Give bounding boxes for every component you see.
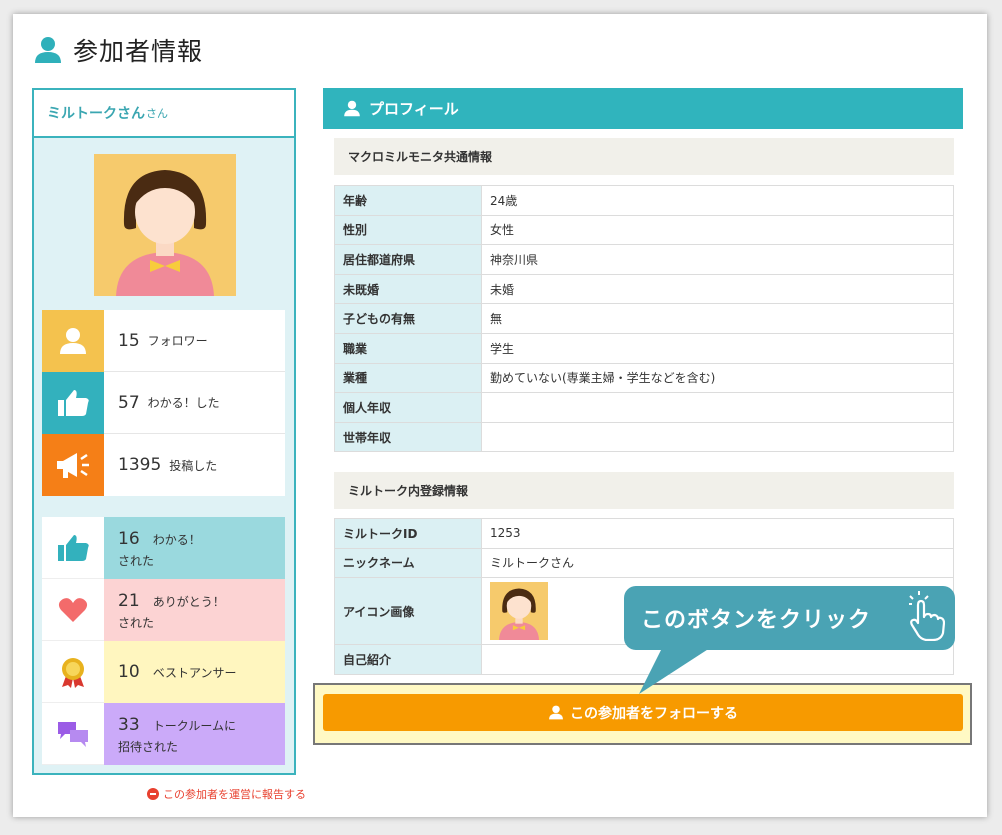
table-row: 居住都道府県 神奈川県	[334, 244, 954, 275]
reaction-body: 16 わかる！ された	[104, 517, 285, 579]
stat-label: フォロワー	[147, 334, 208, 348]
section-title-miltalk: ミルトーク内登録情報	[334, 472, 954, 509]
reaction-talkroom-invite[interactable]: 33 トークルームに 招待された	[42, 703, 285, 765]
medal-icon	[42, 641, 104, 703]
reaction-count: 16	[118, 529, 140, 549]
row-value: 神奈川県	[481, 244, 954, 275]
avatar	[94, 154, 236, 296]
row-value: 1253	[481, 518, 954, 549]
page-title: 参加者情報	[33, 32, 203, 68]
stats-list: 15 フォロワー 57 わかる！した 1395 投稿した	[42, 309, 285, 496]
follow-button[interactable]: この参加者をフォローする	[323, 694, 963, 731]
thumbs-up-icon	[42, 371, 104, 434]
reaction-label-2: された	[118, 616, 155, 630]
stat-label: 投稿した	[169, 458, 218, 473]
megaphone-icon	[42, 434, 104, 496]
stat-followers[interactable]: 15 フォロワー	[42, 309, 285, 372]
row-key: 世帯年収	[334, 421, 482, 453]
table-row: 業種 勤めていない(専業主婦・学生などを含む)	[334, 362, 954, 394]
reaction-label: トークルームに	[152, 719, 237, 733]
callout-text: このボタンをクリック	[641, 608, 872, 633]
reaction-count: 21	[118, 591, 140, 611]
person-icon	[344, 100, 360, 117]
report-link-text: この参加者を運営に報告する	[163, 788, 306, 801]
reaction-body: 10 ベストアンサー	[104, 641, 285, 703]
chat-bubbles-icon	[42, 703, 104, 765]
reaction-label-2: 招待された	[118, 740, 179, 754]
row-key: 自己紹介	[334, 644, 482, 675]
reaction-label: わかる！	[152, 533, 201, 547]
row-key: 居住都道府県	[334, 244, 482, 275]
table-row: ニックネーム ミルトークさん	[334, 547, 954, 579]
user-card: ミルトークさん さん 15 フォロワー 57 わかる！した 1395 投稿した …	[32, 88, 296, 775]
thumbs-up-icon	[42, 517, 104, 579]
row-key: 子どもの有無	[334, 303, 482, 334]
row-key: 性別	[334, 214, 482, 246]
row-value	[481, 392, 954, 423]
table-row: 世帯年収	[334, 421, 954, 453]
stat-label: わかる！した	[147, 396, 220, 410]
person-icon	[42, 309, 104, 372]
row-key: 未既婚	[334, 273, 482, 305]
reaction-body: 33 トークルームに 招待された	[104, 703, 285, 765]
row-key: アイコン画像	[334, 577, 482, 646]
page: 参加者情報 ミルトークさん さん 15 フォロワー 57 わかる！した 1395…	[13, 14, 987, 817]
table-row: 職業 学生	[334, 332, 954, 364]
stat-wakaru-did[interactable]: 57 わかる！した	[42, 371, 285, 434]
row-value: 24歳	[481, 185, 954, 216]
table-row: ミルトークID 1253	[334, 518, 954, 549]
row-key: 職業	[334, 332, 482, 364]
reaction-body: 21 ありがとう！ された	[104, 579, 285, 641]
row-value: 無	[481, 303, 954, 334]
profile-header-text: プロフィール	[369, 100, 459, 118]
row-value: ミルトークさん	[481, 547, 954, 579]
row-value: 学生	[481, 332, 954, 364]
person-icon	[549, 705, 563, 720]
report-link[interactable]: この参加者を運営に報告する	[147, 786, 306, 802]
row-value: 未婚	[481, 273, 954, 305]
user-name: ミルトークさん	[47, 106, 145, 122]
stat-count: 57	[118, 392, 140, 413]
stat-count: 1395	[118, 455, 162, 475]
row-value: 女性	[481, 214, 954, 246]
section-title-common: マクロミルモニタ共通情報	[334, 138, 954, 175]
reaction-label-2: された	[118, 554, 155, 568]
reaction-arigatou[interactable]: 21 ありがとう！ された	[42, 579, 285, 641]
user-name-suffix: さん	[146, 107, 168, 120]
row-key: ミルトークID	[334, 518, 482, 549]
row-value	[481, 421, 954, 453]
table-row: 未既婚 未婚	[334, 273, 954, 305]
user-card-header: ミルトークさん さん	[34, 90, 294, 138]
avatar	[490, 582, 548, 641]
stat-count: 15	[118, 330, 140, 351]
reaction-wakaru[interactable]: 16 わかる！ された	[42, 517, 285, 579]
row-value: 勤めていない(専業主婦・学生などを含む)	[481, 362, 954, 394]
table-row: 性別 女性	[334, 214, 954, 246]
pointing-hand-icon	[909, 591, 945, 641]
page-title-text: 参加者情報	[73, 37, 204, 66]
reaction-count: 10	[118, 662, 140, 682]
reaction-label: ベストアンサー	[152, 666, 237, 680]
row-key: 個人年収	[334, 392, 482, 423]
heart-icon	[42, 579, 104, 641]
reaction-label: ありがとう！	[152, 595, 225, 609]
row-key: 業種	[334, 362, 482, 394]
row-key: ニックネーム	[334, 547, 482, 579]
row-key: 年齢	[334, 185, 482, 216]
profile-header: プロフィール	[323, 88, 963, 129]
person-icon	[35, 37, 61, 63]
reaction-best-answer[interactable]: 10 ベストアンサー	[42, 641, 285, 703]
reactions-list: 16 わかる！ された 21 ありがとう！ された 10 ベストアンサー 33 …	[42, 517, 285, 765]
callout-tail	[639, 646, 713, 694]
table-row: 年齢 24歳	[334, 185, 954, 216]
common-info-table: 年齢 24歳 性別 女性 居住都道府県 神奈川県 未既婚 未婚 子どもの有無無職業 学生 業種 勤めて…	[334, 185, 954, 453]
follow-button-label: この参加者をフォローする	[570, 705, 738, 722]
table-row: 個人年収	[334, 392, 954, 423]
table-row: 子どもの有無無	[334, 303, 954, 334]
stat-posts[interactable]: 1395 投稿した	[42, 434, 285, 496]
minus-circle-icon	[147, 788, 159, 800]
callout: このボタンをクリック	[624, 586, 955, 650]
reaction-count: 33	[118, 715, 140, 735]
